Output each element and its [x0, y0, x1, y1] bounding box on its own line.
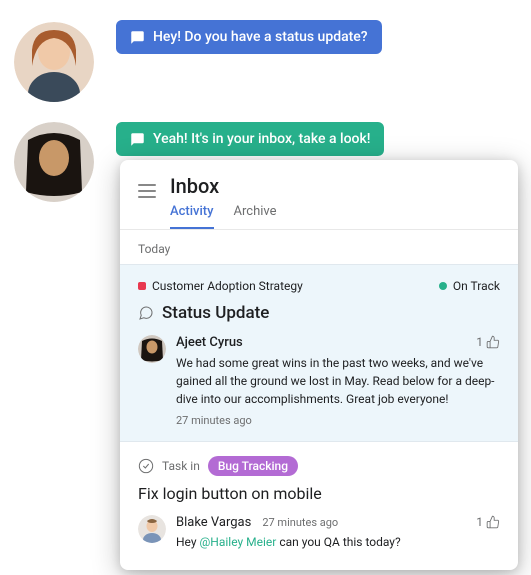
menu-icon[interactable]: [138, 184, 156, 198]
comment-time: 27 minutes ago: [262, 516, 338, 529]
status-dot-icon: [439, 282, 447, 290]
commenter-avatar: [138, 515, 166, 543]
status-heading: Status Update: [162, 303, 269, 323]
comment-icon: [130, 132, 145, 147]
status-icon: [138, 305, 154, 321]
section-today: Today: [120, 230, 518, 264]
chat-avatar-1: [14, 22, 94, 102]
tab-archive[interactable]: Archive: [234, 204, 277, 229]
chat-bubble-1: Hey! Do you have a status update?: [116, 20, 382, 54]
chat-bubble-2: Yeah! It's in your inbox, take a look!: [116, 122, 384, 156]
status-time: 27 minutes ago: [176, 414, 500, 427]
status-update-card[interactable]: Customer Adoption Strategy On Track Stat…: [120, 264, 518, 442]
tab-activity[interactable]: Activity: [170, 204, 214, 229]
task-title: Fix login button on mobile: [138, 484, 500, 503]
chat-avatar-2: [14, 122, 94, 202]
comment-icon: [130, 30, 145, 45]
chat-text-1: Hey! Do you have a status update?: [153, 29, 368, 45]
task-card[interactable]: Task in Bug Tracking Fix login button on…: [120, 442, 518, 570]
like-button[interactable]: 1: [476, 515, 500, 529]
thumb-up-icon: [486, 515, 500, 529]
status-badge: On Track: [439, 279, 500, 293]
task-meta-label: Task in: [162, 459, 200, 473]
task-check-icon: [138, 458, 154, 474]
comment-body: Hey @Hailey Meier can you QA this today?: [176, 533, 500, 551]
project-color-dot: [138, 282, 146, 290]
author-avatar: [138, 335, 166, 363]
inbox-panel: Inbox Activity Archive Today Customer Ad…: [120, 160, 518, 570]
commenter-name: Blake Vargas: [176, 515, 251, 530]
mention[interactable]: @Hailey Meier: [200, 535, 277, 549]
author-name: Ajeet Cyrus: [176, 335, 500, 350]
chat-text-2: Yeah! It's in your inbox, take a look!: [153, 131, 370, 147]
inbox-title: Inbox: [170, 174, 500, 198]
thumb-up-icon: [486, 335, 500, 349]
project-pill: Bug Tracking: [208, 456, 298, 476]
like-button[interactable]: 1: [476, 335, 500, 349]
project-name: Customer Adoption Strategy: [152, 279, 303, 293]
status-body: We had some great wins in the past two w…: [176, 354, 500, 408]
